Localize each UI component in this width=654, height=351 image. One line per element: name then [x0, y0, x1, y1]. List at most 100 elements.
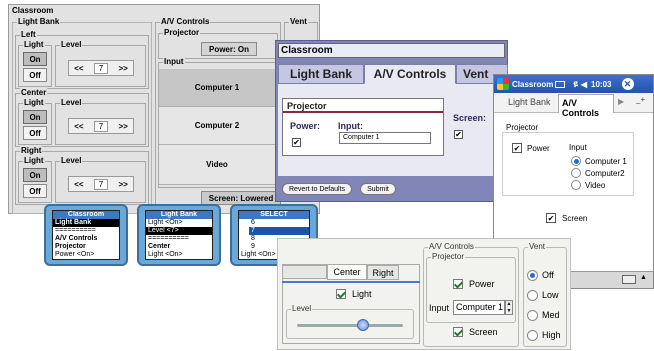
input-computer2-button[interactable]: Computer 2: [159, 107, 275, 145]
phone-line[interactable]: ==========: [53, 227, 119, 235]
screen-checkbox[interactable]: ✔: [454, 124, 463, 142]
phone-line[interactable]: 7: [249, 227, 309, 235]
level-left-label: Level: [60, 40, 83, 50]
screen-checkbox[interactable]: ✔ Screen: [546, 213, 587, 223]
input-video-button[interactable]: Video: [159, 145, 275, 185]
vent-radio-med[interactable]: Med: [527, 305, 561, 325]
level-center-increase-button[interactable]: >>: [118, 122, 127, 131]
light-left-off-button[interactable]: Off: [23, 68, 47, 82]
phone-classroom: Classroom Light Bank ========== A/V Control…: [44, 204, 128, 266]
input-label: Input: [429, 303, 450, 313]
tab-minimize-icon[interactable]: _+: [636, 95, 645, 104]
power-checkbox[interactable]: ✔ Power: [512, 143, 550, 153]
input-field[interactable]: Computer 1: [453, 300, 505, 315]
light-left-label: Light: [23, 40, 45, 50]
input-stepper-icon[interactable]: ▲ ▼: [505, 300, 513, 315]
level-label: Level: [291, 304, 313, 313]
tab-av-controls[interactable]: A/V Controls: [364, 64, 456, 84]
input-label: Input: [163, 57, 185, 67]
input-computer1-button[interactable]: Computer 1: [159, 69, 275, 107]
input-radio-group: Computer 1 Computer2 Video: [571, 155, 627, 191]
light-center-off-button[interactable]: Off: [23, 126, 47, 140]
phone-screen-light-bank: Light Bank Light <On> Level <7> ========== C…: [145, 210, 213, 260]
screen-checkbox[interactable]: Screen: [453, 327, 498, 337]
level-center-decrease-button[interactable]: <<: [74, 122, 83, 131]
vent-label: Vent: [289, 17, 308, 27]
light-right-box: Light On Off: [18, 156, 52, 203]
group-center-label: Center: [20, 88, 48, 98]
windows-flag-icon[interactable]: [497, 78, 509, 90]
submit-button[interactable]: Submit: [360, 183, 396, 195]
tab-scroll-right-icon[interactable]: ▶: [618, 97, 624, 106]
tab-light-bank[interactable]: Light Bank: [508, 97, 551, 107]
phone-line[interactable]: Light <On>: [146, 219, 212, 227]
level-right-increase-button[interactable]: >>: [118, 180, 127, 189]
power-check-icon: [453, 279, 463, 289]
radio-icon: [527, 329, 538, 341]
input-field[interactable]: Computer 1: [339, 132, 431, 144]
light-center-on-button[interactable]: On: [23, 110, 47, 124]
phone-header: Light Bank: [146, 211, 212, 219]
pocketpc-tabbar: Light Bank A/V Controls ▶ _+: [494, 93, 653, 118]
input-radio-1[interactable]: Computer 1: [571, 155, 627, 167]
projector-label: Projector: [163, 28, 201, 38]
vent-radio-high[interactable]: High: [527, 325, 561, 345]
tab-center[interactable]: Center: [327, 264, 367, 280]
radio-icon: [527, 309, 538, 321]
phone-line[interactable]: ==========: [146, 235, 212, 243]
group-left-label: Left: [20, 30, 37, 40]
level-slider-thumb[interactable]: [356, 319, 369, 331]
level-center-stepper: << 7 >>: [68, 118, 134, 134]
input-menu-arrow-icon[interactable]: ▲: [640, 274, 647, 281]
light-right-off-button[interactable]: Off: [23, 184, 47, 198]
tab-light-bank[interactable]: [282, 265, 327, 279]
level-right-box: Level << 7 >>: [55, 156, 146, 203]
level-center-value[interactable]: 7: [94, 120, 108, 132]
level-right-decrease-button[interactable]: <<: [74, 180, 83, 189]
input-radio-3[interactable]: Video: [571, 179, 627, 191]
power-label: Power:: [290, 121, 321, 131]
power-checkbox[interactable]: Power: [453, 279, 495, 289]
light-left-on-button[interactable]: On: [23, 52, 47, 66]
screen-check-icon: ✔: [546, 213, 556, 223]
phone-line[interactable]: Light Bank: [53, 219, 119, 227]
phone-line[interactable]: Light <On>: [146, 251, 212, 259]
phone-line[interactable]: 6: [249, 219, 309, 227]
tab-highlight: [282, 281, 420, 283]
revert-defaults-button[interactable]: Revert to Defaults: [282, 183, 352, 195]
close-icon[interactable]: ✕: [621, 78, 634, 90]
power-checkbox[interactable]: ✔: [292, 132, 301, 150]
light-checkbox[interactable]: Light: [336, 289, 372, 299]
level-left-value[interactable]: 7: [94, 62, 108, 74]
screen-label: Screen: [562, 213, 588, 223]
radio-icon: [571, 168, 581, 178]
level-right-value[interactable]: 7: [94, 178, 108, 190]
vent-option-label: Low: [542, 290, 559, 300]
tab-right[interactable]: Right: [367, 265, 399, 280]
av-controls-label: A/V Controls: [160, 17, 211, 27]
phone-line[interactable]: Level <7>: [146, 227, 212, 235]
tab-light-bank[interactable]: Light Bank: [278, 64, 364, 84]
phone-line[interactable]: Power <On>: [53, 251, 119, 259]
light-center-label: Light: [23, 98, 45, 108]
radio-icon: [527, 269, 538, 281]
vent-radio-off[interactable]: Off: [527, 265, 561, 285]
vent-radio-low[interactable]: Low: [527, 285, 561, 305]
phone-line[interactable]: A/V Controls: [53, 235, 119, 243]
level-slider-track[interactable]: [297, 324, 403, 327]
light-right-on-button[interactable]: On: [23, 168, 47, 182]
vent-radio-group: Off Low Med High: [527, 265, 561, 345]
keyboard-icon[interactable]: [622, 275, 636, 284]
screen-lowered-button[interactable]: Screen: Lowered: [201, 191, 281, 205]
level-left-increase-button[interactable]: >>: [118, 64, 127, 73]
input-radio-2[interactable]: Computer2: [571, 167, 627, 179]
tab-av-controls[interactable]: A/V Controls: [558, 94, 614, 118]
projector-label: Projector: [506, 123, 539, 132]
level-group: Level: [286, 304, 414, 339]
phone-light-bank: Light Bank Light <On> Level <7> ========== C…: [137, 204, 221, 266]
power-on-button[interactable]: Power: On: [201, 42, 257, 56]
phone-line[interactable]: Projector: [53, 243, 119, 251]
light-label: Light: [352, 289, 372, 299]
phone-line[interactable]: Center: [146, 243, 212, 251]
level-left-decrease-button[interactable]: <<: [74, 64, 83, 73]
